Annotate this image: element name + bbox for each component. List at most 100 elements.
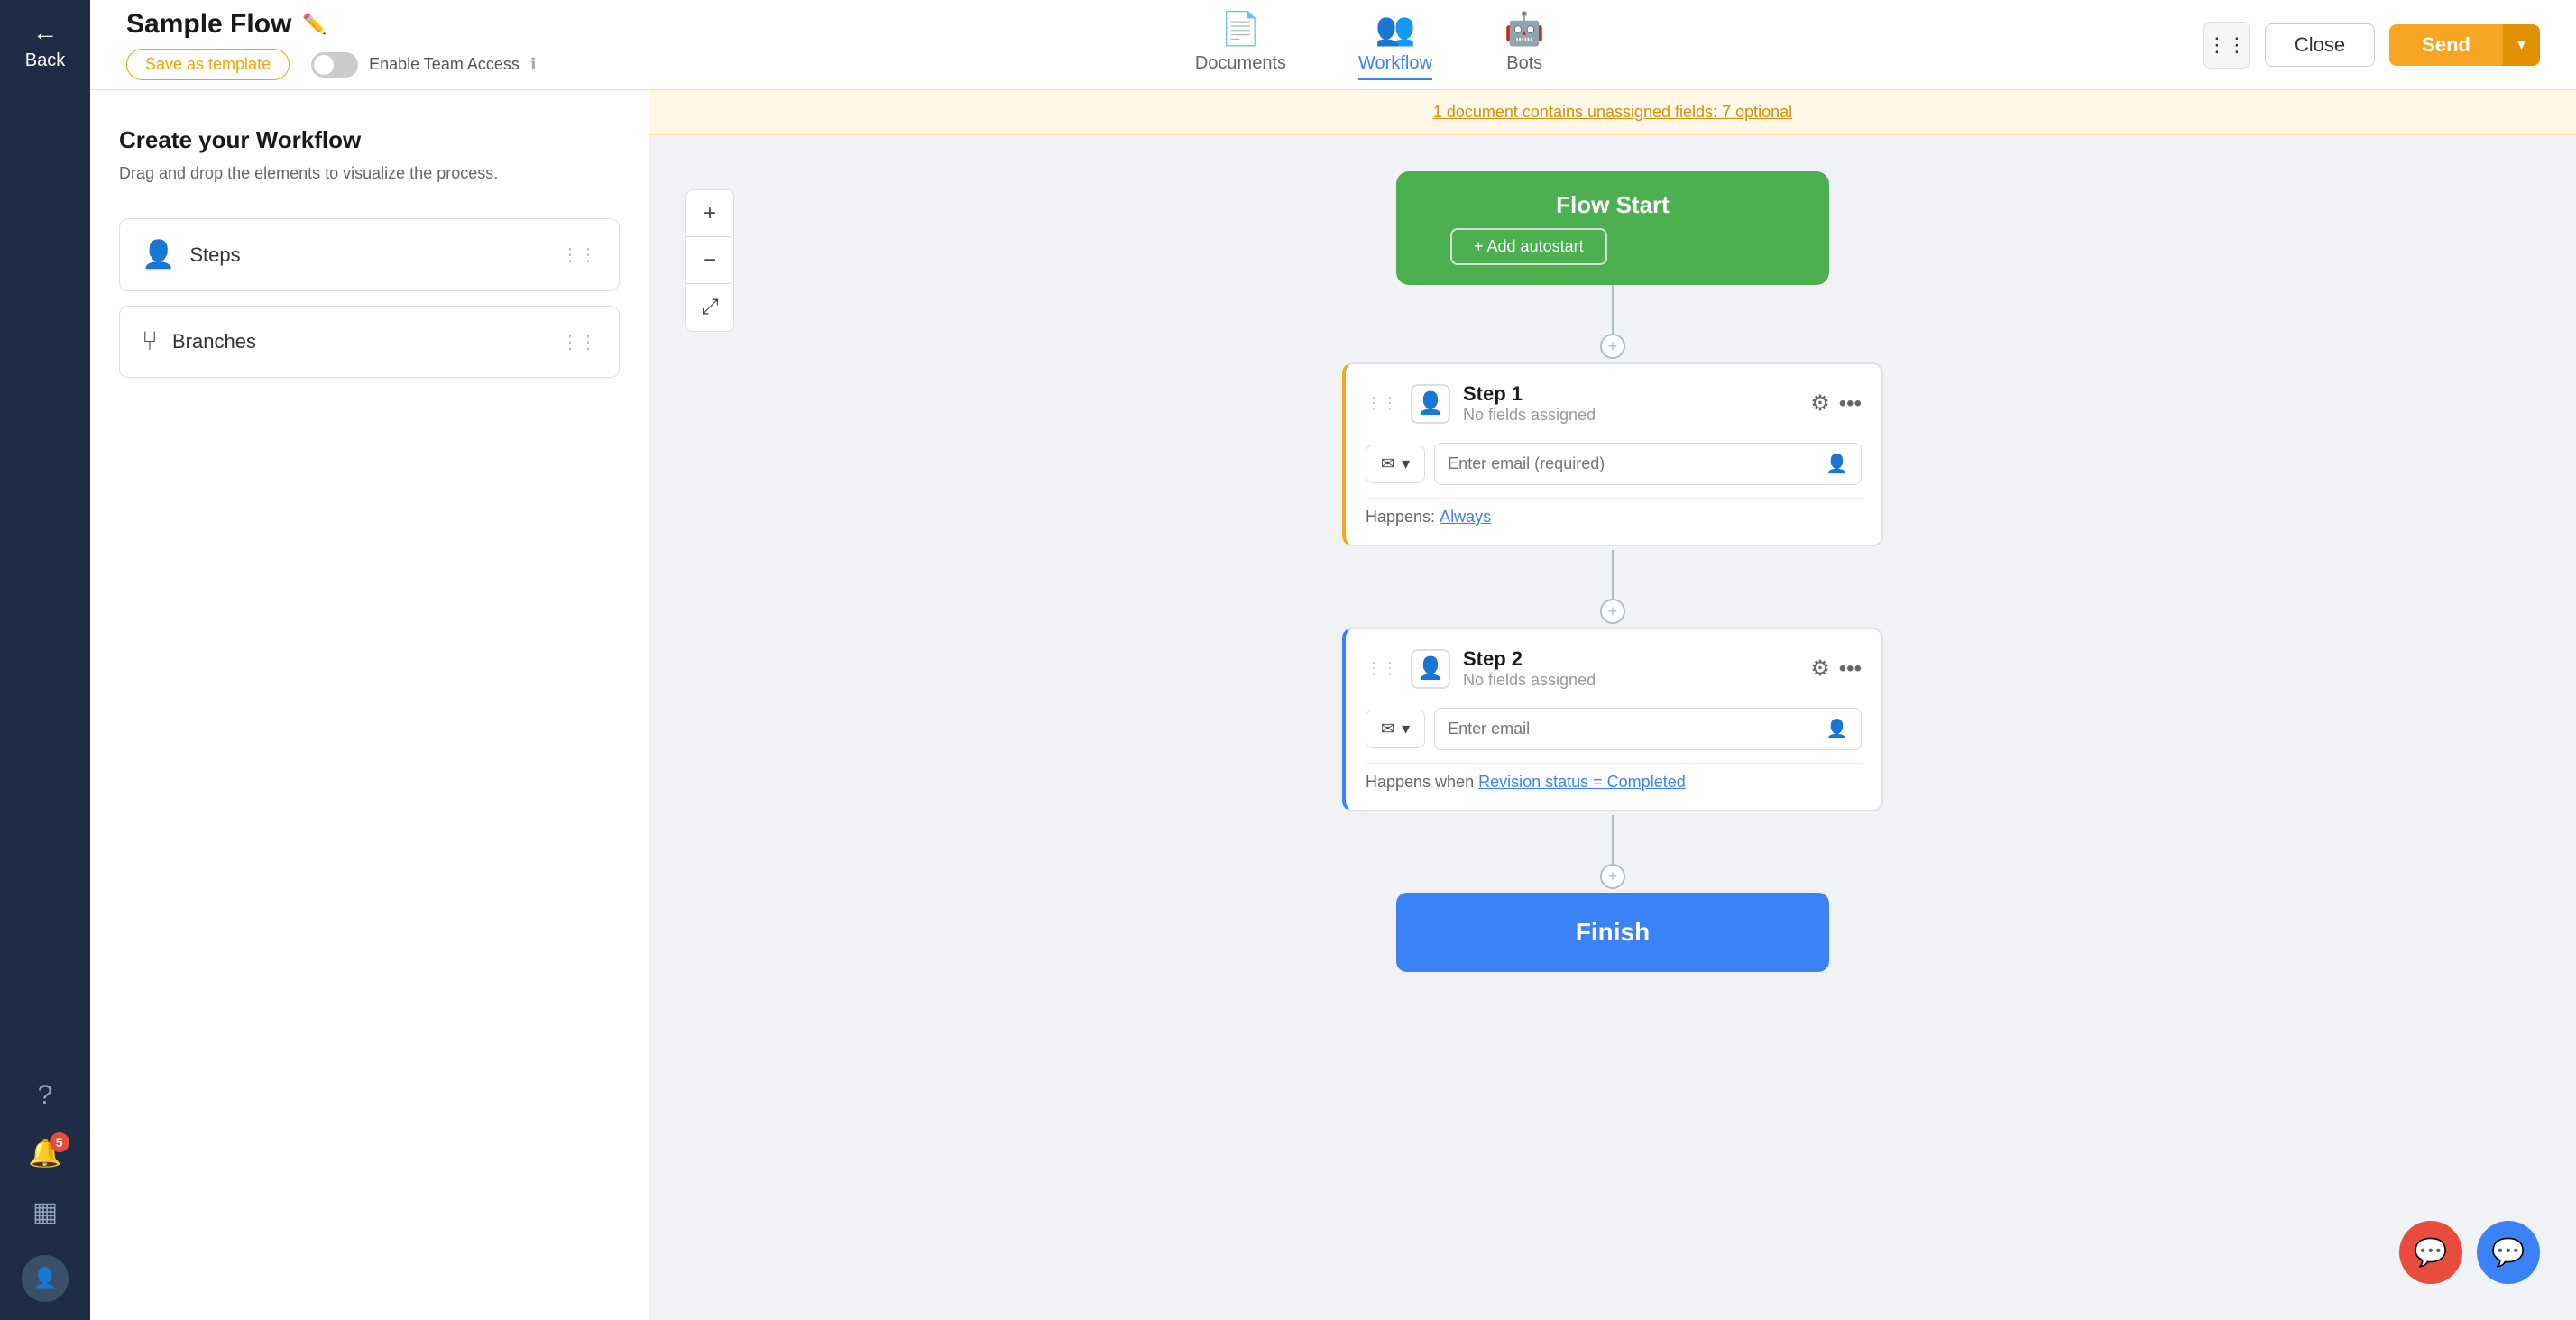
save-template-button[interactable]: Save as template — [126, 49, 290, 80]
chat-icons: 💬 💬 — [2399, 1221, 2540, 1284]
back-button[interactable]: ← Back — [25, 18, 65, 71]
zoom-out-button[interactable]: − — [686, 237, 733, 284]
step-1-email-type-select[interactable]: ✉ ▾ — [1366, 445, 1425, 483]
step-1-info: Step 1 No fields assigned — [1463, 382, 1798, 425]
connector-1: + — [1612, 285, 1614, 346]
documents-icon: 📄 — [1220, 10, 1261, 48]
step-2-card: ⋮⋮ 👤 Step 2 No fields assigned ⚙ ••• — [1342, 628, 1883, 811]
bots-icon: 🤖 — [1504, 10, 1545, 48]
step-1-happens-label: Happens: — [1366, 508, 1435, 526]
step-1-email-input-wrapper: 👤 — [1434, 443, 1862, 485]
step-1-fields: No fields assigned — [1463, 406, 1798, 425]
finish-label: Finish — [1576, 918, 1650, 946]
notifications-icon[interactable]: 🔔 5 — [28, 1138, 61, 1169]
edit-title-icon[interactable]: ✏️ — [302, 13, 327, 36]
send-dropdown-button[interactable]: ▾ — [2503, 24, 2540, 66]
sidebar-item-steps[interactable]: 👤 Steps ⋮⋮ — [119, 218, 620, 291]
branches-label: Branches — [172, 330, 547, 353]
step-2-happens-value[interactable]: Revision status = Completed — [1478, 773, 1686, 791]
step-2-body: ✉ ▾ 👤 Happens when Revision sta — [1346, 699, 1881, 810]
tab-workflow-label: Workflow — [1358, 53, 1432, 74]
tab-bots[interactable]: 🤖 Bots — [1504, 10, 1545, 80]
step-1-email-input[interactable] — [1448, 454, 1818, 473]
step-2-gear-icon[interactable]: ⚙ — [1810, 655, 1830, 682]
tab-documents-label: Documents — [1195, 53, 1286, 74]
close-button[interactable]: Close — [2265, 23, 2375, 67]
chat-button-blue[interactable]: 💬 — [2477, 1221, 2540, 1284]
branches-icon: ⑂ — [142, 326, 158, 357]
connector-add-2[interactable]: + — [1600, 599, 1625, 624]
add-autostart-button[interactable]: + Add autostart — [1450, 228, 1607, 265]
step-2-contact-icon[interactable]: 👤 — [1826, 718, 1848, 740]
flow-title-text: Sample Flow — [126, 9, 291, 40]
step-1-contact-icon[interactable]: 👤 — [1826, 453, 1848, 475]
connector-2: + — [1612, 550, 1614, 611]
notification-badge: 5 — [50, 1132, 69, 1152]
zoom-fit-button[interactable]: ⤢ — [686, 284, 733, 331]
steps-drag-handle[interactable]: ⋮⋮ — [561, 243, 597, 266]
step-2-fields: No fields assigned — [1463, 671, 1798, 690]
banner: 1 document contains unassigned fields: 7… — [649, 90, 2576, 135]
step-1-name: Step 1 — [1463, 382, 1798, 406]
info-icon[interactable]: ℹ — [530, 55, 537, 74]
grid-view-button[interactable]: ⋮⋮ — [2203, 22, 2250, 69]
branches-drag-handle[interactable]: ⋮⋮ — [561, 331, 597, 353]
step-2-email-type-select[interactable]: ✉ ▾ — [1366, 710, 1425, 748]
steps-label: Steps — [189, 243, 547, 267]
dropdown-arrow: ▾ — [1402, 454, 1410, 473]
sidebar: Create your Workflow Drag and drop the e… — [90, 90, 649, 1320]
send-button[interactable]: Send — [2389, 24, 2503, 66]
step-2-happens-label: Happens when — [1366, 773, 1474, 791]
connector-add-3[interactable]: + — [1600, 864, 1625, 889]
step-2-email-input[interactable] — [1448, 720, 1818, 738]
top-header: Sample Flow ✏️ Save as template Enable T… — [90, 0, 2576, 90]
avatar[interactable]: 👤 — [22, 1255, 69, 1302]
enable-access-toggle[interactable] — [311, 52, 358, 78]
dropdown-arrow-2: ▾ — [1402, 720, 1410, 738]
step-1-avatar: 👤 — [1411, 384, 1450, 424]
content: Create your Workflow Drag and drop the e… — [90, 90, 2576, 1320]
step-1-happens-row: Happens: Always — [1366, 498, 1862, 530]
step-2-happens-row: Happens when Revision status = Completed — [1366, 763, 1862, 795]
banner-link[interactable]: 1 document contains unassigned fields: 7… — [1433, 103, 1792, 121]
flow-title-area: Sample Flow ✏️ — [126, 9, 537, 40]
chat-button-red[interactable]: 💬 — [2399, 1221, 2462, 1284]
step-1-drag-handle[interactable]: ⋮⋮ — [1366, 394, 1398, 413]
step-1-body: ✉ ▾ 👤 Happens: Always — [1346, 434, 1881, 545]
step-2-email-input-wrapper: 👤 — [1434, 708, 1862, 750]
step-1-card: ⋮⋮ 👤 Step 1 No fields assigned ⚙ ••• — [1342, 362, 1883, 546]
send-button-group: Send ▾ — [2389, 24, 2540, 66]
step-1-gear-icon[interactable]: ⚙ — [1810, 390, 1830, 417]
sidebar-item-branches[interactable]: ⑂ Branches ⋮⋮ — [119, 306, 620, 378]
header-right: ⋮⋮ Close Send ▾ — [2203, 22, 2540, 69]
tab-workflow[interactable]: 👥 Workflow — [1358, 10, 1432, 80]
email-icon-2: ✉ — [1381, 720, 1394, 738]
main: Sample Flow ✏️ Save as template Enable T… — [90, 0, 2576, 1320]
step-1-happens-value[interactable]: Always — [1440, 508, 1491, 526]
step-2-header: ⋮⋮ 👤 Step 2 No fields assigned ⚙ ••• — [1346, 629, 1881, 699]
tab-documents[interactable]: 📄 Documents — [1195, 10, 1286, 80]
connector-3: + — [1612, 815, 1614, 876]
flow-start-label: Flow Start — [1450, 191, 1775, 219]
canvas: 1 document contains unassigned fields: 7… — [649, 90, 2576, 1320]
connector-add-1[interactable]: + — [1600, 334, 1625, 359]
left-nav: ← Back ? 🔔 5 ▦ 👤 — [0, 0, 90, 1320]
tab-bots-label: Bots — [1506, 53, 1542, 74]
step-1-more-icon[interactable]: ••• — [1839, 391, 1862, 417]
enable-access-row: Enable Team Access ℹ — [311, 52, 537, 78]
help-icon[interactable]: ? — [38, 1080, 53, 1111]
step-2-avatar: 👤 — [1411, 649, 1450, 689]
step-2-drag-handle[interactable]: ⋮⋮ — [1366, 659, 1398, 678]
zoom-in-button[interactable]: + — [686, 190, 733, 237]
header-left: Sample Flow ✏️ Save as template Enable T… — [126, 9, 537, 80]
enable-access-label: Enable Team Access — [369, 55, 520, 74]
flow-start-block: Flow Start + Add autostart — [1396, 171, 1829, 285]
sidebar-title: Create your Workflow — [119, 126, 620, 154]
step-1-header: ⋮⋮ 👤 Step 1 No fields assigned ⚙ ••• — [1346, 364, 1881, 434]
step-2-email-row: ✉ ▾ 👤 — [1366, 708, 1862, 750]
step-2-more-icon[interactable]: ••• — [1839, 656, 1862, 682]
dashboard-icon[interactable]: ▦ — [32, 1196, 58, 1228]
steps-icon: 👤 — [142, 239, 175, 270]
step-2-actions: ⚙ ••• — [1810, 655, 1862, 682]
step-1-email-row: ✉ ▾ 👤 — [1366, 443, 1862, 485]
